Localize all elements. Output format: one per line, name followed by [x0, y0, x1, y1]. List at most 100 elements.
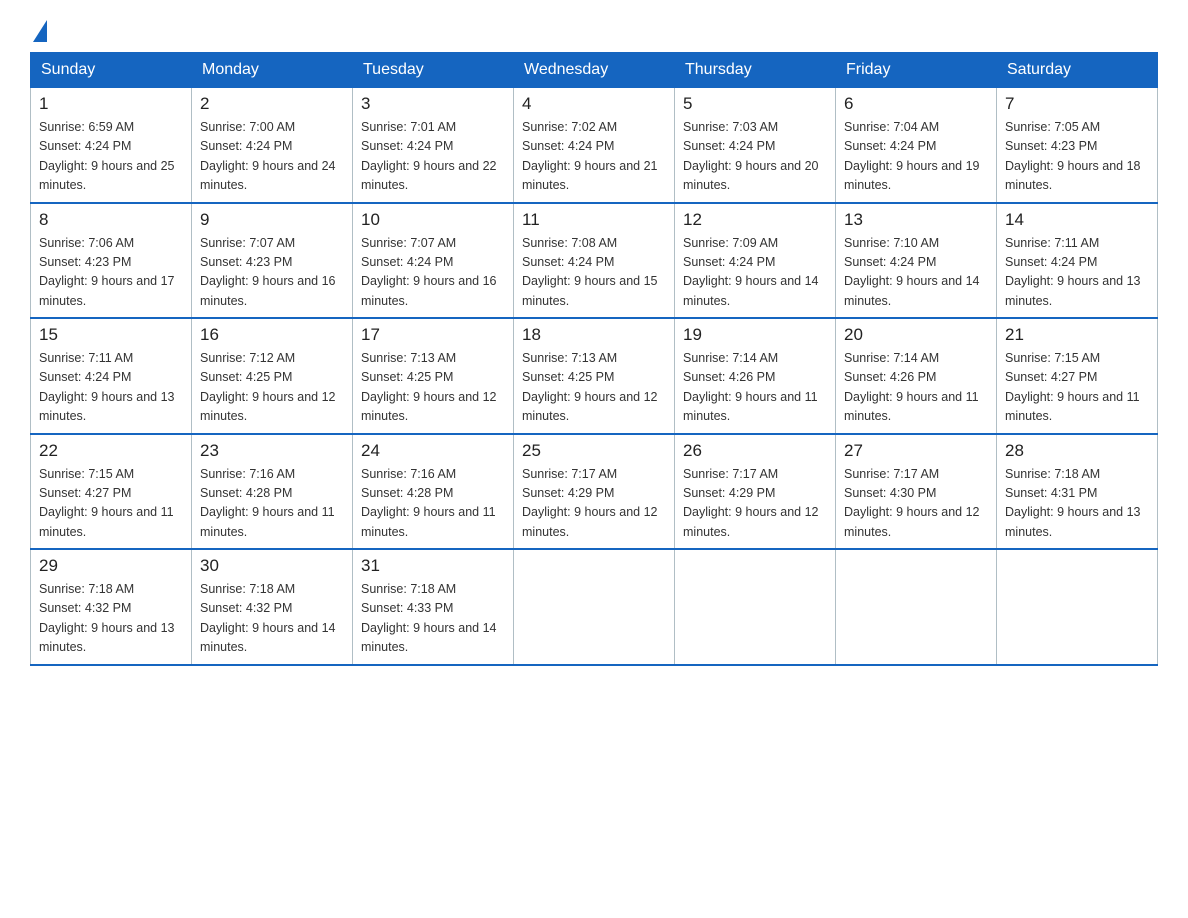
- header-day-saturday: Saturday: [997, 53, 1158, 88]
- calendar-cell: 27Sunrise: 7:17 AMSunset: 4:30 PMDayligh…: [836, 434, 997, 550]
- calendar-header: SundayMondayTuesdayWednesdayThursdayFrid…: [31, 53, 1158, 88]
- day-number: 21: [1005, 325, 1149, 345]
- calendar-cell: 3Sunrise: 7:01 AMSunset: 4:24 PMDaylight…: [353, 88, 514, 203]
- day-info: Sunrise: 7:18 AMSunset: 4:32 PMDaylight:…: [200, 580, 344, 658]
- week-row-3: 15Sunrise: 7:11 AMSunset: 4:24 PMDayligh…: [31, 318, 1158, 434]
- day-info: Sunrise: 7:17 AMSunset: 4:29 PMDaylight:…: [522, 465, 666, 543]
- calendar-cell: 6 Sunrise: 7:04 AMSunset: 4:24 PMDaylight…: [836, 88, 997, 203]
- calendar-cell: 29 Sunrise: 7:18 AMSunset: 4:32 PMDayligh…: [31, 549, 192, 665]
- logo: [30, 20, 47, 42]
- day-number: 20: [844, 325, 988, 345]
- header-day-friday: Friday: [836, 53, 997, 88]
- calendar-cell: 10 Sunrise: 7:07 AMSunset: 4:24 PMDayligh…: [353, 203, 514, 319]
- day-number: 5: [683, 94, 827, 114]
- day-info: Sunrise: 7:17 AMSunset: 4:29 PMDaylight:…: [683, 465, 827, 543]
- day-info: Sunrise: 7:04 AMSunset: 4:24 PMDaylight:…: [844, 118, 988, 196]
- day-number: 15: [39, 325, 183, 345]
- day-info: Sunrise: 7:18 AMSunset: 4:32 PMDaylight:…: [39, 580, 183, 658]
- day-number: 28: [1005, 441, 1149, 461]
- day-number: 23: [200, 441, 344, 461]
- day-info: Sunrise: 7:07 AMSunset: 4:23 PMDaylight:…: [200, 234, 344, 312]
- day-number: 31: [361, 556, 505, 576]
- day-info: Sunrise: 7:14 AMSunset: 4:26 PMDaylight:…: [844, 349, 988, 427]
- calendar-cell: 28 Sunrise: 7:18 AMSunset: 4:31 PMDayligh…: [997, 434, 1158, 550]
- day-info: Sunrise: 7:10 AMSunset: 4:24 PMDaylight:…: [844, 234, 988, 312]
- day-number: 4: [522, 94, 666, 114]
- calendar-cell: 1 Sunrise: 6:59 AMSunset: 4:24 PMDaylight…: [31, 88, 192, 203]
- day-info: Sunrise: 7:13 AMSunset: 4:25 PMDaylight:…: [522, 349, 666, 427]
- calendar-cell: 11 Sunrise: 7:08 AMSunset: 4:24 PMDayligh…: [514, 203, 675, 319]
- day-number: 7: [1005, 94, 1149, 114]
- day-number: 25: [522, 441, 666, 461]
- calendar-cell: 15Sunrise: 7:11 AMSunset: 4:24 PMDayligh…: [31, 318, 192, 434]
- day-info: Sunrise: 7:07 AMSunset: 4:24 PMDaylight:…: [361, 234, 505, 312]
- calendar-cell: [836, 549, 997, 665]
- day-number: 1: [39, 94, 183, 114]
- header-day-sunday: Sunday: [31, 53, 192, 88]
- calendar-cell: [675, 549, 836, 665]
- day-info: Sunrise: 7:16 AMSunset: 4:28 PMDaylight:…: [200, 465, 344, 543]
- calendar-cell: 2 Sunrise: 7:00 AMSunset: 4:24 PMDaylight…: [192, 88, 353, 203]
- day-number: 10: [361, 210, 505, 230]
- calendar-cell: 31 Sunrise: 7:18 AMSunset: 4:33 PMDayligh…: [353, 549, 514, 665]
- day-number: 14: [1005, 210, 1149, 230]
- calendar-cell: 20 Sunrise: 7:14 AMSunset: 4:26 PMDayligh…: [836, 318, 997, 434]
- header-day-tuesday: Tuesday: [353, 53, 514, 88]
- week-row-5: 29 Sunrise: 7:18 AMSunset: 4:32 PMDayligh…: [31, 549, 1158, 665]
- day-number: 16: [200, 325, 344, 345]
- day-number: 18: [522, 325, 666, 345]
- calendar-cell: 17Sunrise: 7:13 AMSunset: 4:25 PMDayligh…: [353, 318, 514, 434]
- day-number: 29: [39, 556, 183, 576]
- calendar-cell: 13 Sunrise: 7:10 AMSunset: 4:24 PMDayligh…: [836, 203, 997, 319]
- calendar-cell: 25 Sunrise: 7:17 AMSunset: 4:29 PMDayligh…: [514, 434, 675, 550]
- calendar-cell: 12Sunrise: 7:09 AMSunset: 4:24 PMDayligh…: [675, 203, 836, 319]
- day-number: 30: [200, 556, 344, 576]
- calendar-cell: 8Sunrise: 7:06 AMSunset: 4:23 PMDaylight…: [31, 203, 192, 319]
- calendar-cell: 5Sunrise: 7:03 AMSunset: 4:24 PMDaylight…: [675, 88, 836, 203]
- calendar-cell: 23 Sunrise: 7:16 AMSunset: 4:28 PMDayligh…: [192, 434, 353, 550]
- day-number: 22: [39, 441, 183, 461]
- day-info: Sunrise: 7:15 AMSunset: 4:27 PMDaylight:…: [39, 465, 183, 543]
- page-header: [30, 20, 1158, 42]
- calendar-cell: 22 Sunrise: 7:15 AMSunset: 4:27 PMDayligh…: [31, 434, 192, 550]
- calendar-cell: 18 Sunrise: 7:13 AMSunset: 4:25 PMDayligh…: [514, 318, 675, 434]
- calendar-cell: 9Sunrise: 7:07 AMSunset: 4:23 PMDaylight…: [192, 203, 353, 319]
- calendar-cell: [997, 549, 1158, 665]
- day-info: Sunrise: 6:59 AMSunset: 4:24 PMDaylight:…: [39, 118, 183, 196]
- header-day-thursday: Thursday: [675, 53, 836, 88]
- day-info: Sunrise: 7:14 AMSunset: 4:26 PMDaylight:…: [683, 349, 827, 427]
- day-info: Sunrise: 7:08 AMSunset: 4:24 PMDaylight:…: [522, 234, 666, 312]
- day-number: 11: [522, 210, 666, 230]
- week-row-1: 1 Sunrise: 6:59 AMSunset: 4:24 PMDaylight…: [31, 88, 1158, 203]
- calendar-cell: 4 Sunrise: 7:02 AMSunset: 4:24 PMDaylight…: [514, 88, 675, 203]
- header-row: SundayMondayTuesdayWednesdayThursdayFrid…: [31, 53, 1158, 88]
- calendar-cell: 19 Sunrise: 7:14 AMSunset: 4:26 PMDayligh…: [675, 318, 836, 434]
- day-number: 2: [200, 94, 344, 114]
- day-number: 8: [39, 210, 183, 230]
- day-number: 6: [844, 94, 988, 114]
- day-number: 19: [683, 325, 827, 345]
- calendar-cell: 14 Sunrise: 7:11 AMSunset: 4:24 PMDayligh…: [997, 203, 1158, 319]
- day-info: Sunrise: 7:18 AMSunset: 4:33 PMDaylight:…: [361, 580, 505, 658]
- day-info: Sunrise: 7:15 AMSunset: 4:27 PMDaylight:…: [1005, 349, 1149, 427]
- day-number: 13: [844, 210, 988, 230]
- day-info: Sunrise: 7:13 AMSunset: 4:25 PMDaylight:…: [361, 349, 505, 427]
- day-info: Sunrise: 7:05 AMSunset: 4:23 PMDaylight:…: [1005, 118, 1149, 196]
- calendar-cell: 26 Sunrise: 7:17 AMSunset: 4:29 PMDayligh…: [675, 434, 836, 550]
- calendar-cell: 30 Sunrise: 7:18 AMSunset: 4:32 PMDayligh…: [192, 549, 353, 665]
- day-info: Sunrise: 7:02 AMSunset: 4:24 PMDaylight:…: [522, 118, 666, 196]
- day-info: Sunrise: 7:16 AMSunset: 4:28 PMDaylight:…: [361, 465, 505, 543]
- week-row-4: 22 Sunrise: 7:15 AMSunset: 4:27 PMDayligh…: [31, 434, 1158, 550]
- week-row-2: 8Sunrise: 7:06 AMSunset: 4:23 PMDaylight…: [31, 203, 1158, 319]
- day-info: Sunrise: 7:00 AMSunset: 4:24 PMDaylight:…: [200, 118, 344, 196]
- day-info: Sunrise: 7:11 AMSunset: 4:24 PMDaylight:…: [1005, 234, 1149, 312]
- calendar-cell: 24Sunrise: 7:16 AMSunset: 4:28 PMDayligh…: [353, 434, 514, 550]
- calendar-cell: [514, 549, 675, 665]
- day-info: Sunrise: 7:01 AMSunset: 4:24 PMDaylight:…: [361, 118, 505, 196]
- day-number: 26: [683, 441, 827, 461]
- day-info: Sunrise: 7:17 AMSunset: 4:30 PMDaylight:…: [844, 465, 988, 543]
- calendar-table: SundayMondayTuesdayWednesdayThursdayFrid…: [30, 52, 1158, 666]
- logo-triangle-icon: [33, 20, 47, 42]
- calendar-body: 1 Sunrise: 6:59 AMSunset: 4:24 PMDaylight…: [31, 88, 1158, 665]
- day-info: Sunrise: 7:18 AMSunset: 4:31 PMDaylight:…: [1005, 465, 1149, 543]
